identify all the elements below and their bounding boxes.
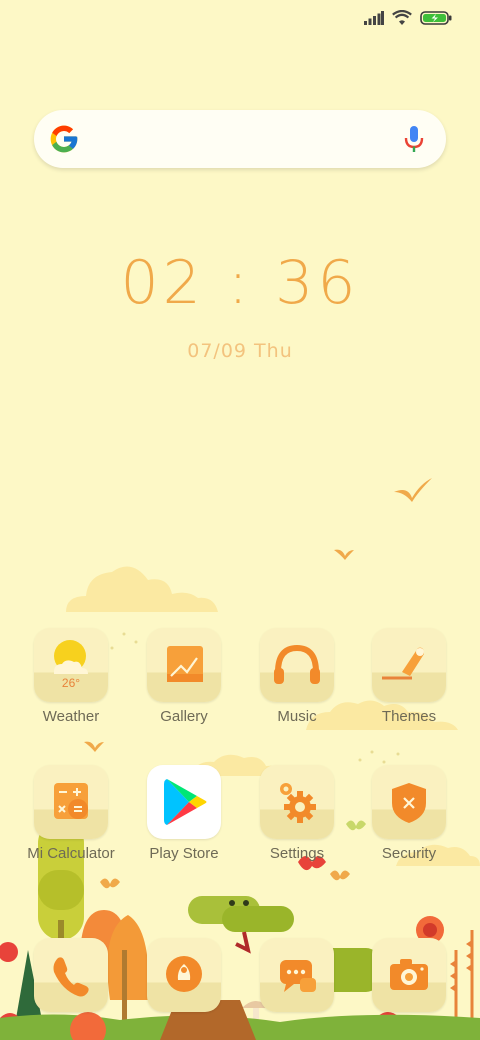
app-security[interactable]: Security <box>354 765 464 862</box>
app-music[interactable]: Music <box>242 628 352 725</box>
brush-icon <box>372 628 446 702</box>
app-label: Music <box>277 708 317 725</box>
bird-icon <box>84 741 104 752</box>
app-label: Settings <box>269 845 325 862</box>
battery-charging-icon <box>420 10 452 30</box>
camera-icon <box>372 938 446 1012</box>
dock-browser[interactable] <box>129 938 239 1012</box>
gear-icon <box>260 765 334 839</box>
butterfly-icon <box>330 870 350 881</box>
calculator-icon <box>34 765 108 839</box>
app-label: Play Store <box>149 845 219 862</box>
clock-date[interactable]: 07/09 Thu <box>0 340 480 362</box>
app-label: Security <box>381 845 437 862</box>
dock-messages[interactable] <box>242 938 352 1012</box>
weather-icon: 26° <box>34 628 108 702</box>
app-label: Mi Calculator <box>27 845 115 862</box>
gallery-icon <box>147 628 221 702</box>
butterfly-icon <box>100 878 120 889</box>
app-label: Weather <box>42 708 100 725</box>
messages-icon <box>260 938 334 1012</box>
phone-icon <box>34 938 108 1012</box>
play-store-icon <box>147 765 221 839</box>
clock-time[interactable]: 02 : 36 <box>0 248 480 318</box>
app-label: Gallery <box>160 708 208 725</box>
app-play-store[interactable]: Play Store <box>129 765 239 862</box>
weather-temp: 26° <box>61 676 81 690</box>
app-mi-calculator[interactable]: Mi Calculator <box>16 765 126 862</box>
app-label: Themes <box>381 708 437 725</box>
bird-icon <box>334 549 354 560</box>
shield-icon <box>372 765 446 839</box>
wifi-icon <box>392 9 412 30</box>
date-text: 07/09 <box>187 340 247 362</box>
dock-phone[interactable] <box>16 938 126 1012</box>
status-bar <box>364 9 452 30</box>
mic-icon[interactable] <box>404 125 424 158</box>
weekday-text: Thu <box>254 340 293 362</box>
cloud <box>66 566 218 612</box>
headphones-icon <box>260 628 334 702</box>
bird-icon <box>394 478 432 502</box>
dock-camera[interactable] <box>354 938 464 1012</box>
google-logo-icon <box>48 123 80 160</box>
app-weather[interactable]: 26° Weather <box>16 628 126 725</box>
app-themes[interactable]: Themes <box>354 628 464 725</box>
signal-icon <box>364 10 384 30</box>
browser-icon <box>147 938 221 1012</box>
google-search-bar[interactable] <box>34 110 446 168</box>
app-settings[interactable]: Settings <box>242 765 352 862</box>
app-gallery[interactable]: Gallery <box>129 628 239 725</box>
